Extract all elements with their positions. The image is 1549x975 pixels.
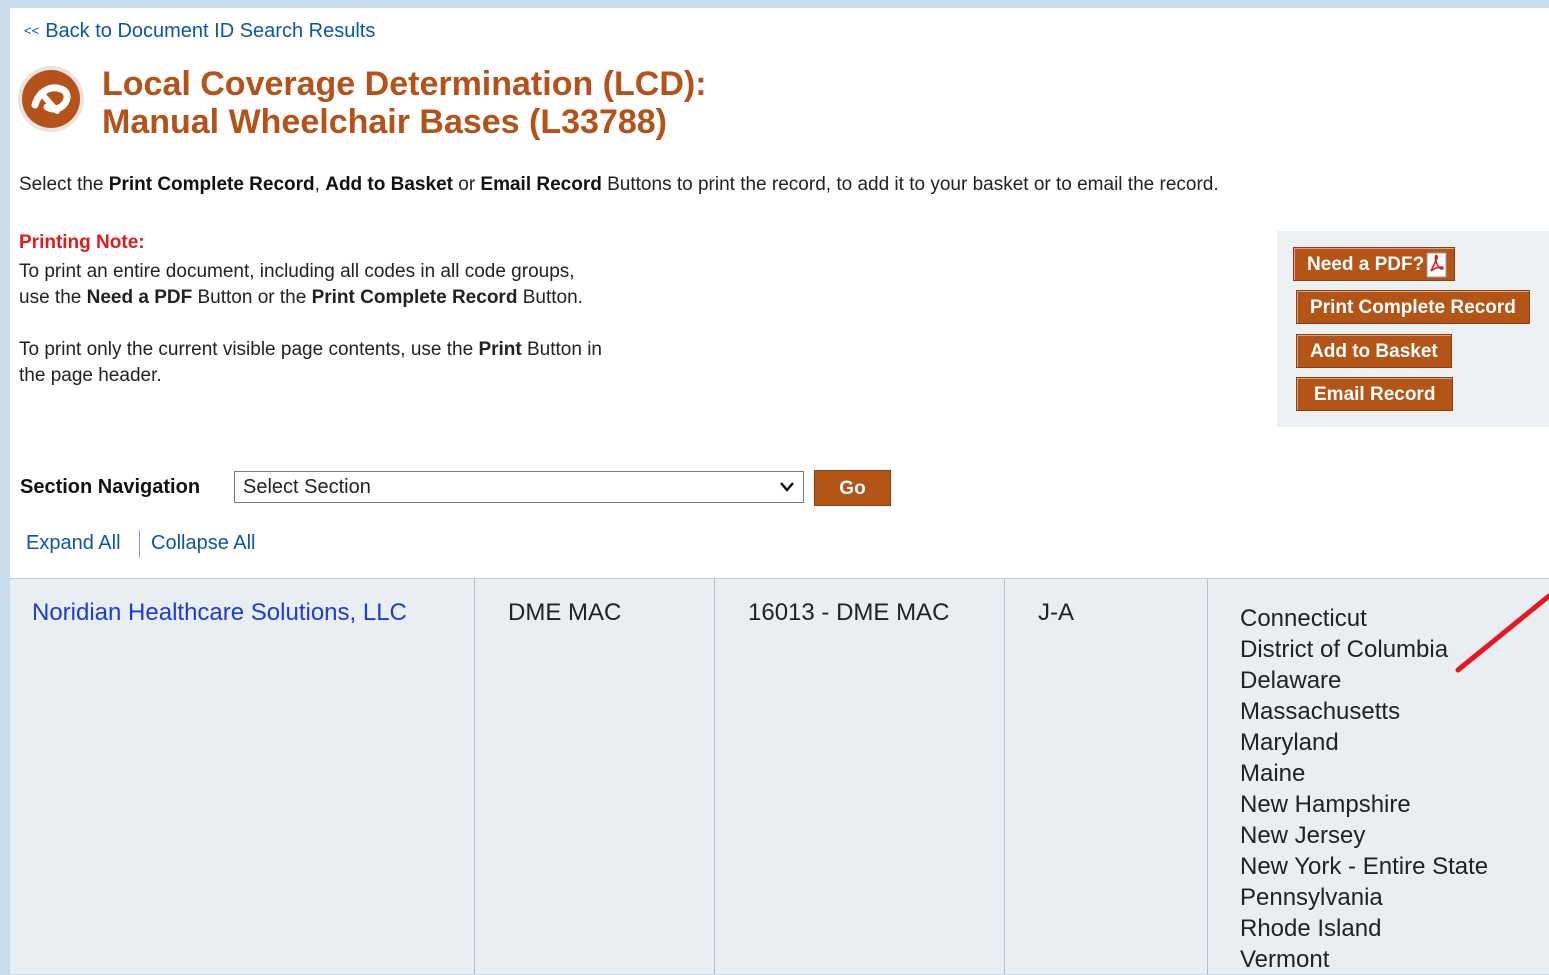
column-divider <box>1207 579 1208 974</box>
column-divider <box>714 579 715 974</box>
page-frame: << Back to Document ID Search Results Loc… <box>10 8 1549 974</box>
jurisdiction-cell: J-A <box>1038 599 1074 626</box>
state-item: Massachusetts <box>1240 698 1401 725</box>
go-button[interactable]: Go <box>814 470 891 506</box>
contractor-name-cell: Noridian Healthcare Solutions, LLC <box>32 579 407 974</box>
lcd-logo-icon <box>18 66 84 132</box>
contractor-name-link[interactable]: Noridian Healthcare Solutions, LLC <box>32 599 407 626</box>
contractor-table: Noridian Healthcare Solutions, LLC DME M… <box>10 578 1549 974</box>
printing-note-body: To print an entire document, including a… <box>19 261 602 386</box>
column-divider <box>474 579 475 974</box>
need-a-pdf-button[interactable]: Need a PDF? <box>1293 247 1456 281</box>
record-actions-panel: Need a PDF? Print Complete Record Add to… <box>1277 231 1549 427</box>
section-navigation-label: Section Navigation <box>20 476 201 498</box>
state-item: New Hampshire <box>1240 791 1411 818</box>
instructions-text: Select the Print Complete Record, Add to… <box>19 174 1219 195</box>
back-arrows-icon: << <box>24 23 40 38</box>
annotation-arrow-icon <box>1455 593 1549 673</box>
state-item: Vermont <box>1240 946 1330 973</box>
column-divider <box>1004 579 1005 974</box>
print-complete-record-button[interactable]: Print Complete Record <box>1296 290 1530 324</box>
state-item: Rhode Island <box>1240 915 1382 942</box>
back-to-search-results-link[interactable]: << Back to Document ID Search Results <box>24 20 375 43</box>
state-item: Maine <box>1240 760 1306 787</box>
state-item: Pennsylvania <box>1240 884 1383 911</box>
section-select[interactable]: Select Section <box>234 471 804 503</box>
state-item: New York - Entire State <box>1240 853 1489 880</box>
page-title: Local Coverage Determination (LCD): Manu… <box>102 65 707 141</box>
chevron-down-icon <box>780 482 794 492</box>
expand-all-link[interactable]: Expand All <box>26 532 121 555</box>
contractor-number-cell: 16013 - DME MAC <box>748 599 950 626</box>
section-select-value: Select Section <box>243 476 371 498</box>
pdf-file-icon <box>1426 252 1447 278</box>
printing-note-heading: Printing Note: <box>19 232 145 253</box>
add-to-basket-button[interactable]: Add to Basket <box>1296 334 1452 368</box>
email-record-button[interactable]: Email Record <box>1296 377 1454 411</box>
contractor-type-cell: DME MAC <box>508 599 622 626</box>
link-separator <box>139 531 140 557</box>
state-item: New Jersey <box>1240 822 1366 849</box>
state-item: Maryland <box>1240 729 1339 756</box>
collapse-all-link[interactable]: Collapse All <box>151 532 256 555</box>
back-link-label: Back to Document ID Search Results <box>45 20 376 42</box>
